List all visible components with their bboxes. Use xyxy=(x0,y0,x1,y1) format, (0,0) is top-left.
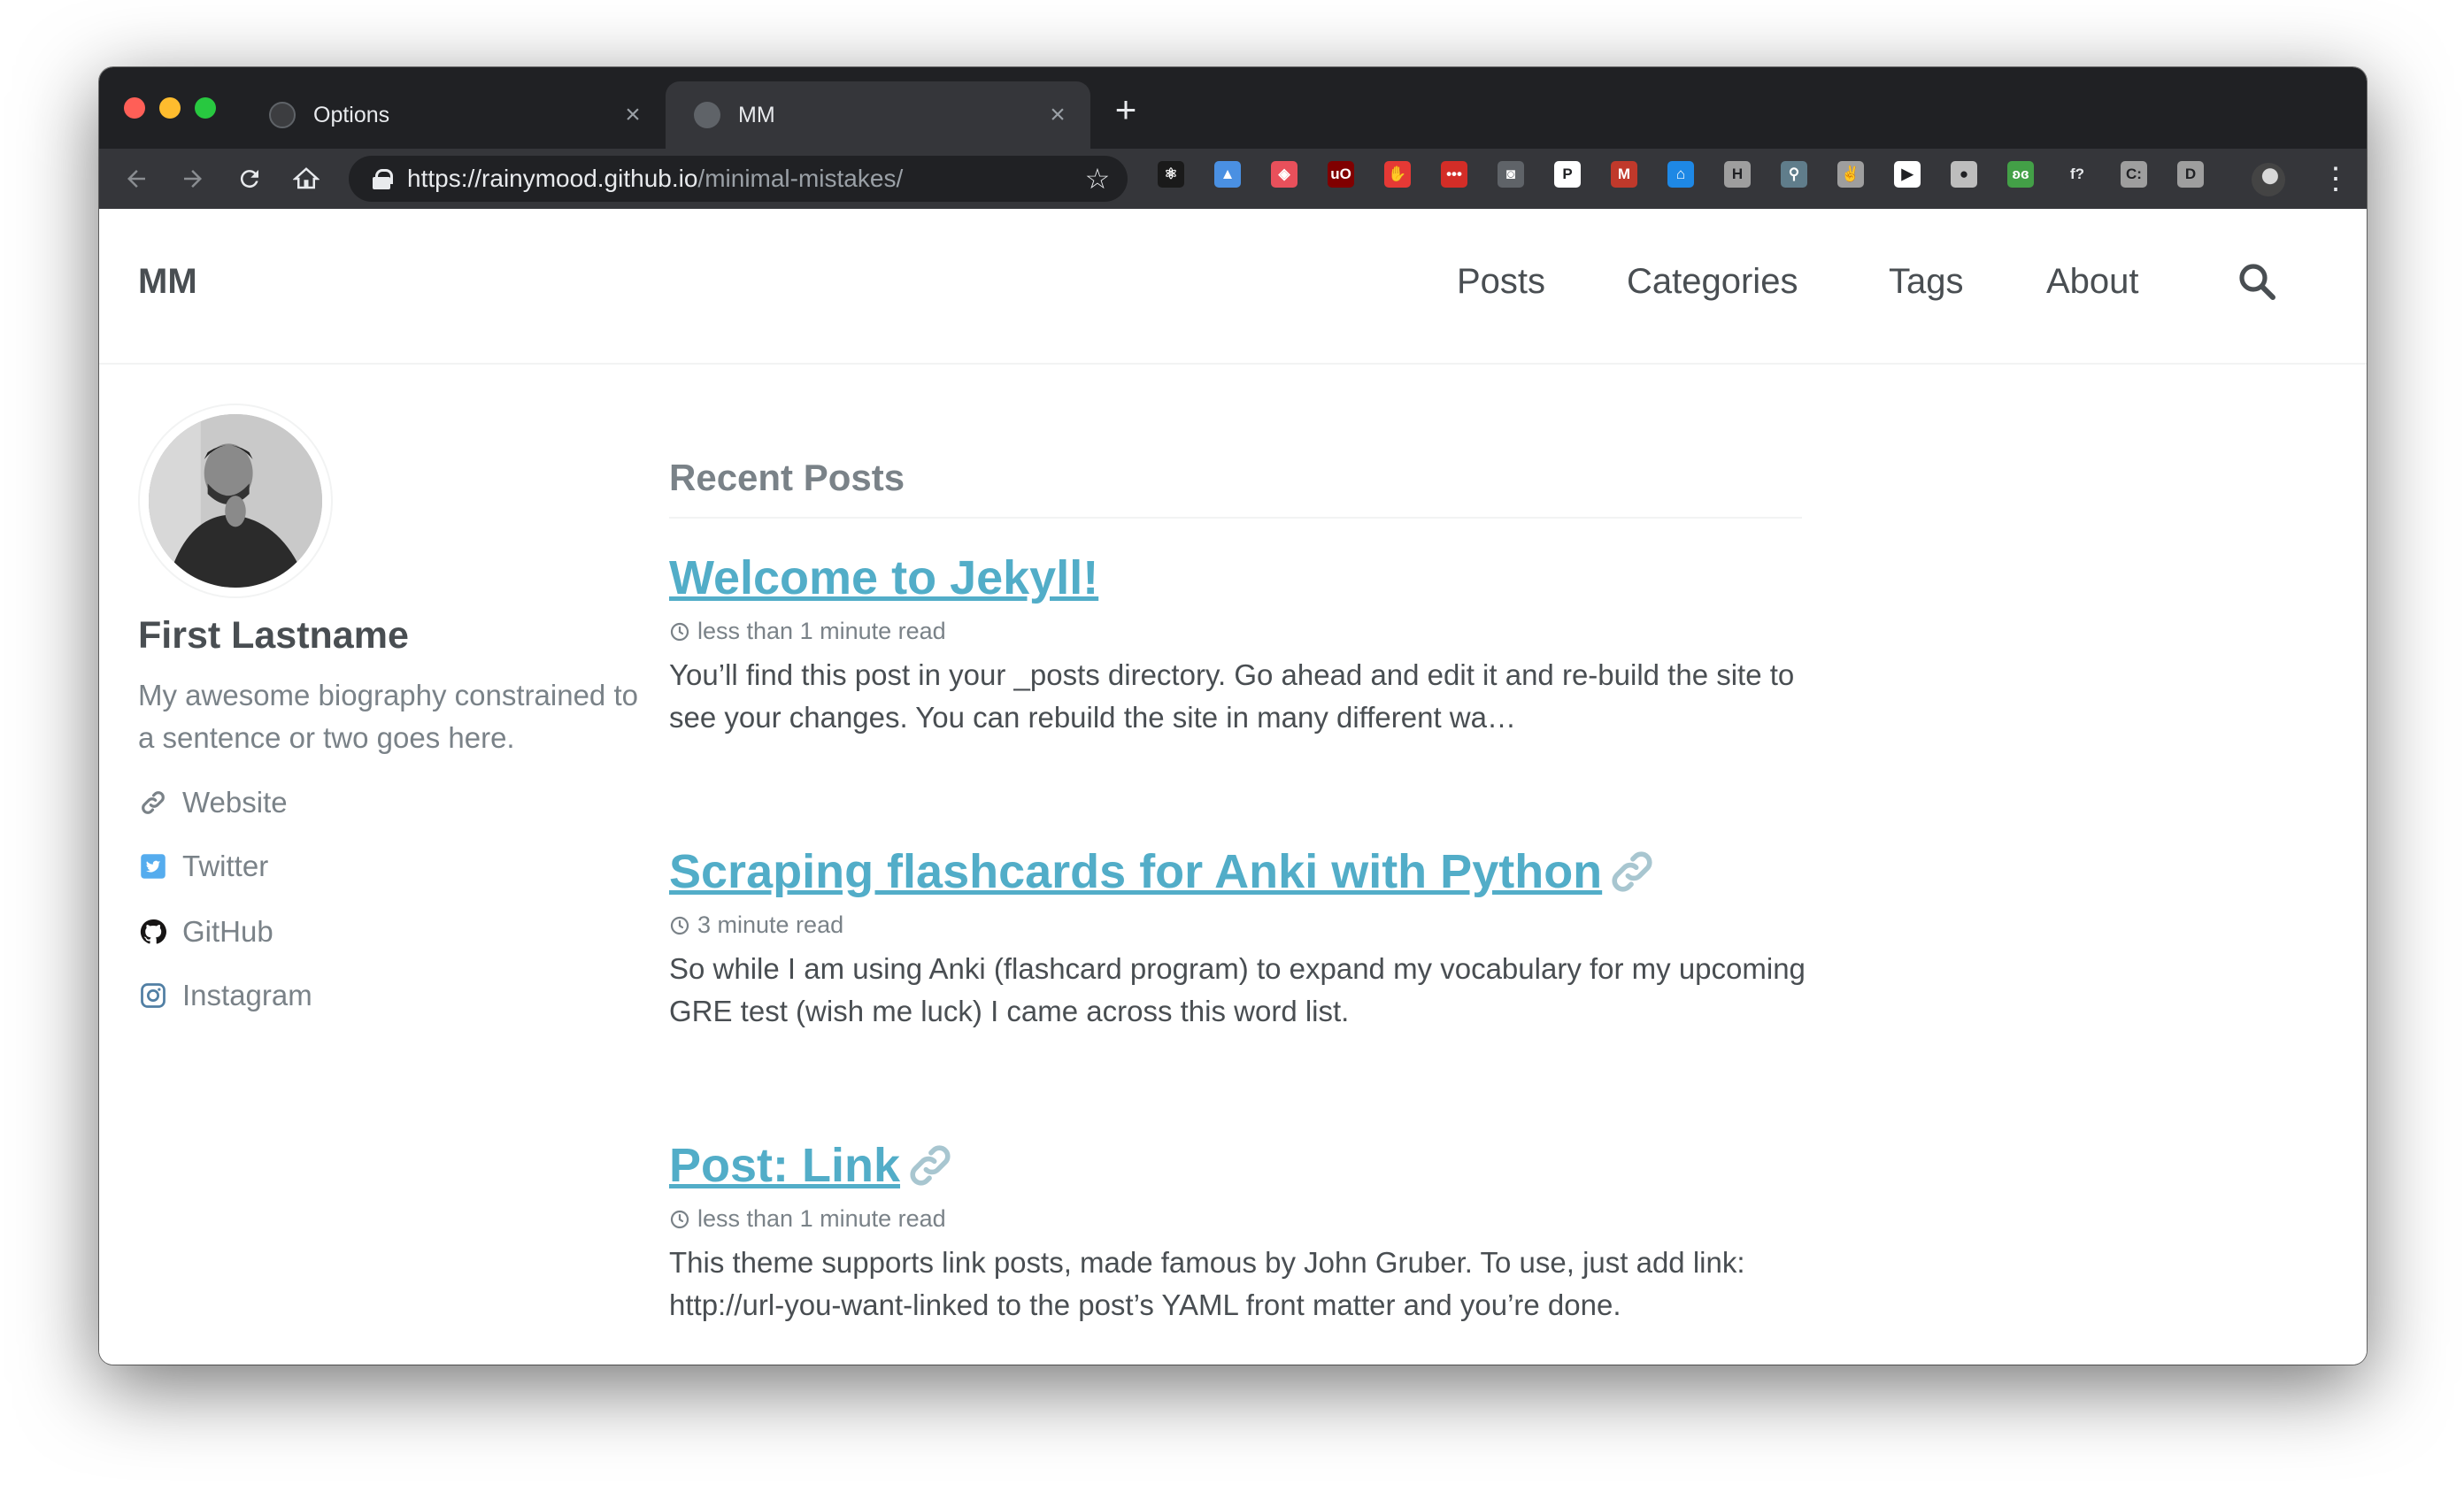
h-icon[interactable]: H xyxy=(1724,161,1751,188)
post-title-link[interactable]: Welcome to Jekyll! xyxy=(669,550,1098,605)
browser-toolbar: https://rainymood.github.io/minimal-mist… xyxy=(99,149,2367,209)
post-excerpt: This theme supports link posts, made fam… xyxy=(669,1246,1745,1321)
p-icon[interactable]: P xyxy=(1554,161,1581,188)
reload-icon xyxy=(240,170,258,188)
github-icon xyxy=(138,917,168,947)
cap-icon[interactable]: ▲ xyxy=(1214,161,1241,188)
browser-window: Options × MM × + https://rainymood.githu… xyxy=(99,67,2367,1365)
function-icon[interactable]: f? xyxy=(2064,161,2091,188)
url-path: /minimal-mistakes/ xyxy=(697,165,904,192)
author-github-link[interactable]: GitHub xyxy=(138,915,273,949)
ublock-icon[interactable]: uO xyxy=(1328,161,1354,188)
extension-toolbar: ⚛ ▲ ◈ uO ✋ ••• ◙ P M ⌂ H ⚲ ✌ ▶ ● ʚɞ f? C: D xyxy=(1158,161,2234,188)
post-title-text: Post: Link xyxy=(669,1139,901,1192)
home-icon xyxy=(293,167,320,189)
site-title-link[interactable]: MM xyxy=(138,262,197,302)
search-icon[interactable] xyxy=(2236,260,2278,303)
author-bio: My awesome biography constrained to a se… xyxy=(138,679,638,754)
github-favicon-icon xyxy=(269,102,296,128)
shield-icon[interactable]: ◈ xyxy=(1271,161,1297,188)
museum-icon[interactable]: ⌂ xyxy=(1667,161,1694,188)
lastpass-icon[interactable]: ••• xyxy=(1441,161,1467,188)
c-icon[interactable]: C: xyxy=(2121,161,2147,188)
link-icon xyxy=(138,788,168,818)
search-ext-icon[interactable]: ⚲ xyxy=(1781,161,1807,188)
tab-title: Options xyxy=(313,102,390,127)
author-link-label: Twitter xyxy=(182,850,269,882)
clock-icon xyxy=(670,622,689,641)
profile-avatar[interactable] xyxy=(2252,163,2285,196)
post-title-text: Scraping flashcards for Anki with Python xyxy=(669,845,1603,898)
butterfly-icon[interactable]: ʚɞ xyxy=(2007,161,2034,188)
read-time: less than 1 minute read xyxy=(697,618,946,644)
stop-hand-icon[interactable]: ✋ xyxy=(1384,161,1411,188)
clock-icon xyxy=(670,916,689,934)
react-devtools-icon[interactable]: ⚛ xyxy=(1158,161,1184,188)
circle-icon[interactable]: ● xyxy=(1951,161,1977,188)
nav-about-link[interactable]: About xyxy=(2046,262,2139,302)
minimize-window-button[interactable] xyxy=(159,97,181,119)
web-page: MM Posts Categories Tags About First Las… xyxy=(99,209,2367,1365)
forward-button[interactable] xyxy=(175,161,211,196)
post-meta: less than 1 minute read xyxy=(669,618,1820,645)
close-tab-icon[interactable]: × xyxy=(620,100,646,129)
read-time: 3 minute read xyxy=(697,911,844,938)
twitter-icon xyxy=(138,851,168,881)
author-website-link[interactable]: Website xyxy=(138,786,288,819)
author-twitter-link[interactable]: Twitter xyxy=(138,850,268,883)
author-instagram-link[interactable]: Instagram xyxy=(138,979,312,1012)
post-item: Post: Link less than 1 minute read This … xyxy=(669,1138,1820,1327)
maximize-window-button[interactable] xyxy=(195,97,216,119)
instagram-icon xyxy=(138,981,168,1011)
mendeley-icon[interactable]: M xyxy=(1611,161,1637,188)
read-time: less than 1 minute read xyxy=(697,1205,946,1232)
nav-tags-link[interactable]: Tags xyxy=(1889,262,1964,302)
bookmark-star-icon[interactable]: ☆ xyxy=(1080,162,1115,196)
post-title-link[interactable]: Post: Link xyxy=(669,1138,955,1193)
new-tab-button[interactable]: + xyxy=(1108,88,1143,130)
play-icon[interactable]: ▶ xyxy=(1894,161,1921,188)
address-bar[interactable]: https://rainymood.github.io/minimal-mist… xyxy=(349,156,1128,202)
tab-strip: Options × MM × + xyxy=(99,67,2367,149)
clock-icon xyxy=(670,1210,689,1228)
author-name: First Lastname xyxy=(138,614,409,657)
post-meta: less than 1 minute read xyxy=(669,1205,1820,1233)
lock-icon xyxy=(372,169,393,189)
url-host: https://rainymood.github.io xyxy=(407,165,698,192)
author-link-label: Website xyxy=(182,786,288,819)
post-title-text: Welcome to Jekyll! xyxy=(669,551,1099,604)
tab-options[interactable]: Options × xyxy=(241,81,666,149)
link-post-icon xyxy=(910,1145,951,1186)
link-post-icon xyxy=(1612,851,1652,892)
author-link-label: GitHub xyxy=(182,915,273,948)
post-excerpt: You’ll find this post in your _posts dir… xyxy=(669,658,1795,734)
post-item: Welcome to Jekyll! less than 1 minute re… xyxy=(669,550,1820,739)
author-avatar xyxy=(138,404,333,598)
author-link-label: Instagram xyxy=(182,979,312,1011)
reload-button[interactable] xyxy=(232,161,267,196)
masthead: MM Posts Categories Tags About xyxy=(99,209,2367,365)
arrow-left-icon xyxy=(127,170,145,188)
author-photo xyxy=(149,414,322,588)
hand-ext-icon[interactable]: ✌ xyxy=(1837,161,1864,188)
nav-categories-link[interactable]: Categories xyxy=(1627,262,1798,302)
nav-posts-link[interactable]: Posts xyxy=(1457,262,1545,302)
post-meta: 3 minute read xyxy=(669,911,1820,939)
close-tab-icon[interactable]: × xyxy=(1044,100,1071,129)
tab-mm[interactable]: MM × xyxy=(666,81,1090,149)
d-icon[interactable]: D xyxy=(2177,161,2204,188)
camera-icon[interactable]: ◙ xyxy=(1498,161,1524,188)
globe-favicon-icon xyxy=(694,102,720,128)
close-window-button[interactable] xyxy=(124,97,145,119)
back-button[interactable] xyxy=(119,161,154,196)
url-text[interactable]: https://rainymood.github.io/minimal-mist… xyxy=(407,165,1080,193)
arrow-right-icon xyxy=(184,170,202,188)
post-excerpt: So while I am using Anki (flashcard prog… xyxy=(669,952,1806,1027)
home-button[interactable] xyxy=(289,161,324,196)
post-title-link[interactable]: Scraping flashcards for Anki with Python xyxy=(669,844,1657,899)
post-item: Scraping flashcards for Anki with Python… xyxy=(669,844,1820,1033)
section-title: Recent Posts xyxy=(669,457,1802,519)
browser-menu-icon[interactable]: ⋮ xyxy=(2321,161,2351,196)
tab-title: MM xyxy=(738,102,775,127)
